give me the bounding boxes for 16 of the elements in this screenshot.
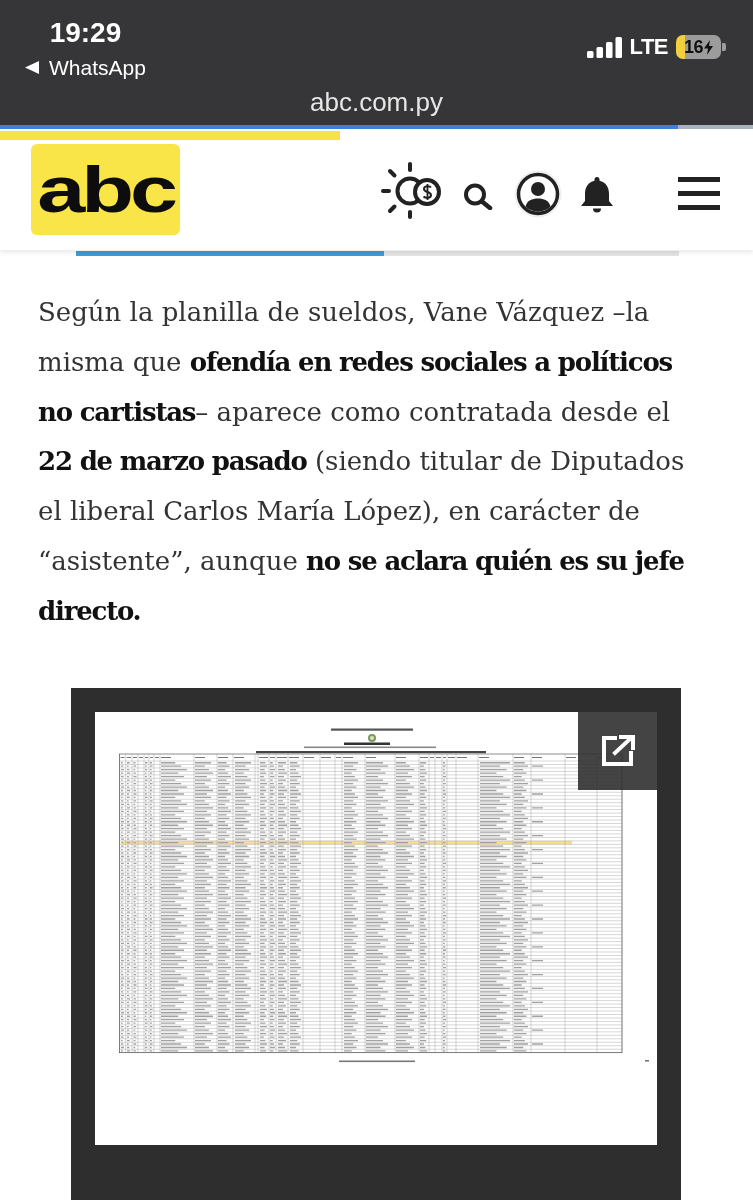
battery-percentage: 16 — [684, 37, 703, 57]
user-avatar-icon[interactable] — [514, 169, 562, 218]
back-triangle-icon — [25, 61, 39, 74]
article-paragraph: Según la planilla de sueldos, Vane Vázquez –la misma que ofendía en redes sociales a políticos no cartistas– aparece como contratada desde el 22 de marzo pasado (siendo titular de Diputados el liberal Carlos María López), en carácter de “asistente”, aunque no se aclara quién es su jefe directo. — [38, 296, 686, 628]
status-time: 19:29 — [49, 19, 122, 47]
external-link-icon — [599, 734, 636, 768]
back-to-app-link[interactable]: WhatsApp — [25, 57, 146, 78]
bell-icon[interactable] — [579, 174, 615, 215]
signal-bars-icon — [586, 36, 622, 58]
network-type-label: LTE — [629, 35, 668, 59]
expand-image-button[interactable] — [578, 711, 657, 790]
search-icon[interactable] — [463, 182, 493, 210]
menu-icon[interactable] — [678, 177, 720, 210]
site-logo[interactable]: abc — [31, 144, 180, 235]
address-bar-url[interactable]: abc.com.py — [310, 89, 443, 115]
sun-and-coins-icon[interactable] — [381, 162, 441, 219]
